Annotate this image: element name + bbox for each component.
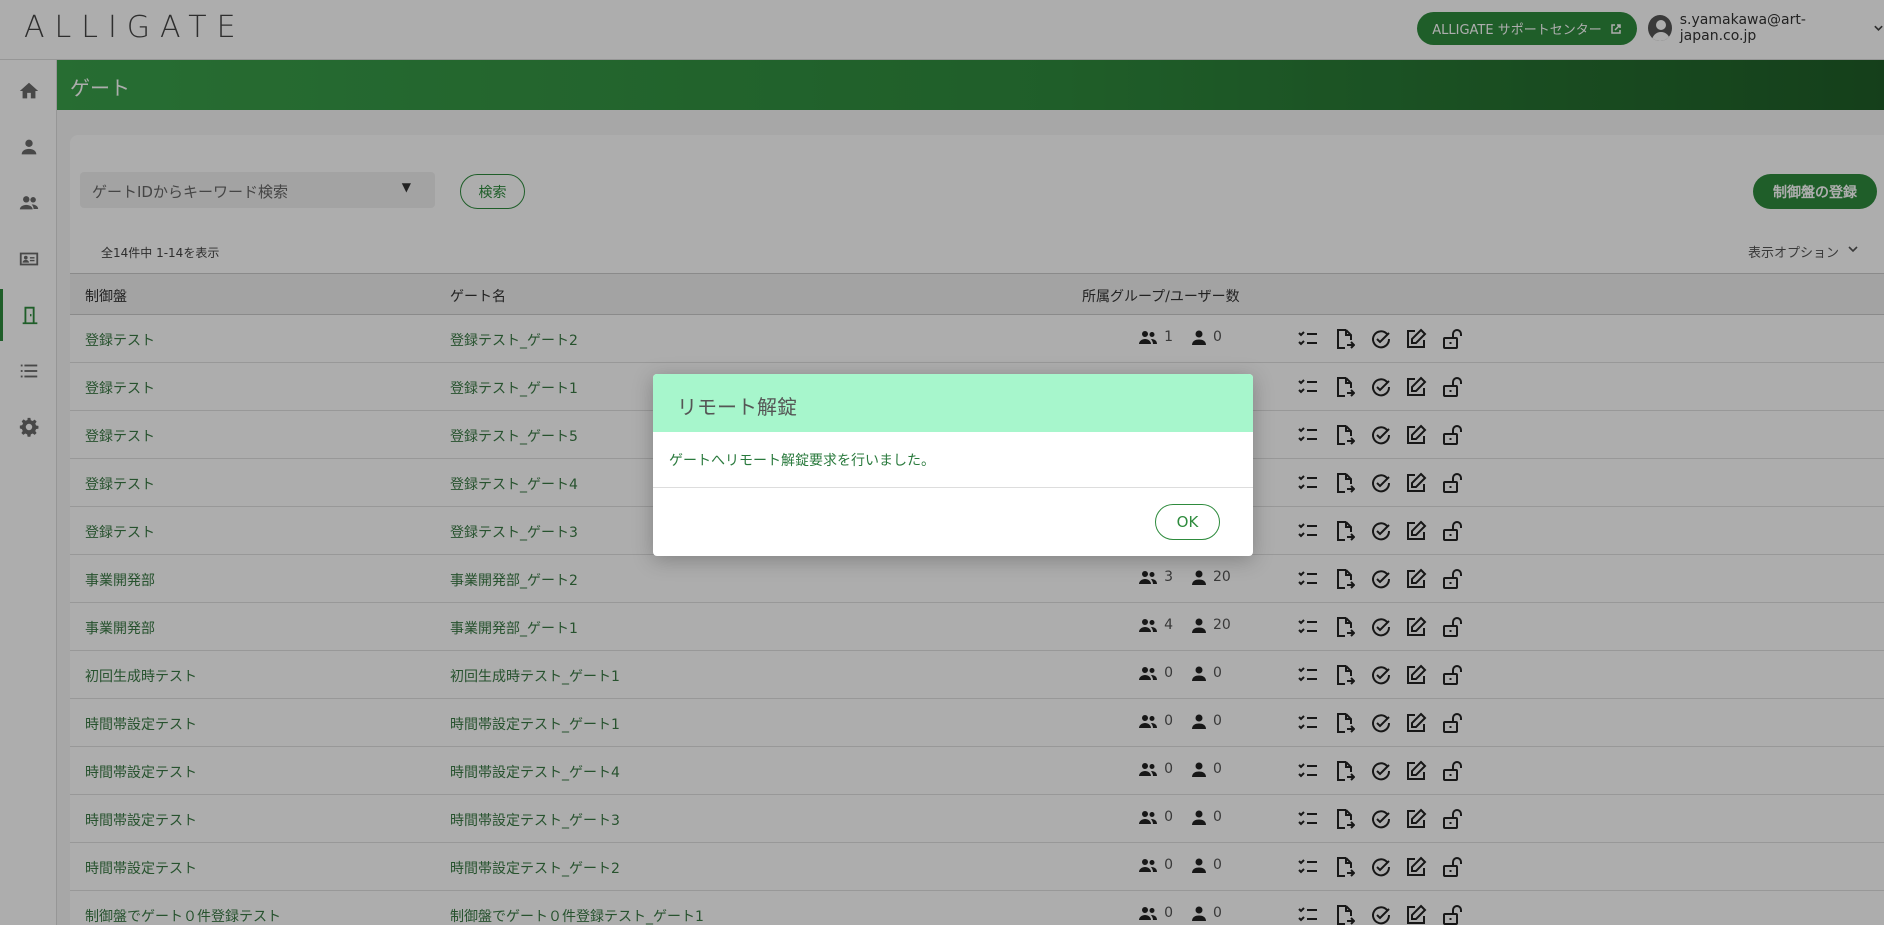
dialog-title: リモート解錠 bbox=[653, 374, 1253, 432]
ok-button[interactable]: OK bbox=[1155, 504, 1220, 540]
remote-unlock-dialog: リモート解錠 ゲートへリモート解錠要求を行いました。 OK bbox=[653, 374, 1253, 556]
dialog-message: ゲートへリモート解錠要求を行いました。 bbox=[653, 432, 1253, 488]
